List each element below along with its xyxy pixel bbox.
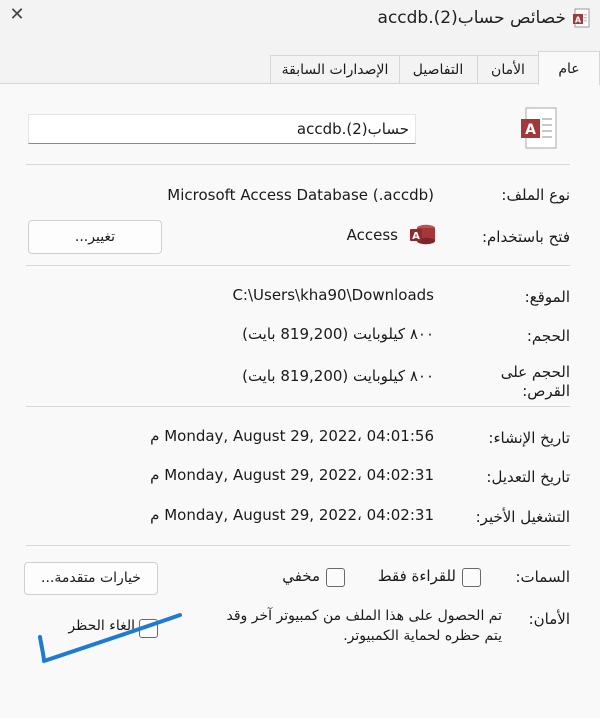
access-file-large-icon: A <box>521 107 557 149</box>
advanced-button[interactable]: خيارات متقدمة... <box>24 562 158 595</box>
separator <box>26 545 570 546</box>
accessed-label: التشغيل الأخير: <box>475 508 570 526</box>
file-type-value: Microsoft Access Database (.accdb) <box>167 186 434 204</box>
separator <box>26 265 570 266</box>
hidden-checkbox[interactable] <box>326 568 345 587</box>
svg-text:A: A <box>525 122 536 138</box>
svg-text:A: A <box>412 231 420 242</box>
modified-label: تاريخ التعديل: <box>486 468 570 486</box>
tab-security[interactable]: الأمان <box>476 55 540 84</box>
file-type-label: نوع الملف: <box>501 186 570 204</box>
security-label: الأمان: <box>528 610 570 628</box>
created-value: Monday, August 29, 2022، 04:01:56 م <box>150 427 434 445</box>
window-title: خصائص حساب(2).accdb <box>377 8 566 28</box>
created-label: تاريخ الإنشاء: <box>488 429 570 447</box>
opens-with-label: فتح باستخدام: <box>481 228 570 246</box>
tab-details[interactable]: التفاصيل <box>398 55 478 84</box>
tab-general[interactable]: عام <box>538 51 600 85</box>
close-button[interactable]: ✕ <box>6 4 28 26</box>
size-on-disk-label: الحجم على القرص: <box>500 363 570 400</box>
change-button[interactable]: تغيير... <box>28 220 162 254</box>
access-file-icon: A <box>573 8 590 28</box>
opens-with-value: Access <box>346 226 398 244</box>
readonly-checkbox[interactable] <box>462 568 481 587</box>
readonly-label: للقراءة فقط <box>377 567 456 585</box>
modified-value: Monday, August 29, 2022، 04:02:31 م <box>150 466 434 484</box>
accessed-value: Monday, August 29, 2022، 04:02:31 م <box>150 506 434 524</box>
location-value: C:\Users\kha90\Downloads <box>232 286 434 304</box>
annotation-stroke <box>38 613 182 663</box>
separator <box>26 406 570 407</box>
attributes-label: السمات: <box>515 568 570 586</box>
size-label: الحجم: <box>526 327 570 345</box>
hidden-label: مخفي <box>282 567 320 585</box>
security-text-line1: تم الحصول على هذا الملف من كمبيوتر آخر و… <box>226 608 503 624</box>
size-value: ٨٠٠ كيلوبايت (819,200 بايت) <box>242 325 434 343</box>
file-name-input[interactable]: حساب(2).accdb <box>28 114 416 144</box>
location-label: الموقع: <box>524 288 570 306</box>
svg-text:A: A <box>575 16 582 25</box>
separator <box>26 164 570 165</box>
access-app-icon: A <box>410 224 435 245</box>
security-text-line2: يتم حظره لحماية الكمبيوتر. <box>343 628 502 644</box>
size-on-disk-value: ٨٠٠ كيلوبايت (819,200 بايت) <box>242 367 434 385</box>
tab-previous-versions[interactable]: الإصدارات السابقة <box>270 55 400 84</box>
